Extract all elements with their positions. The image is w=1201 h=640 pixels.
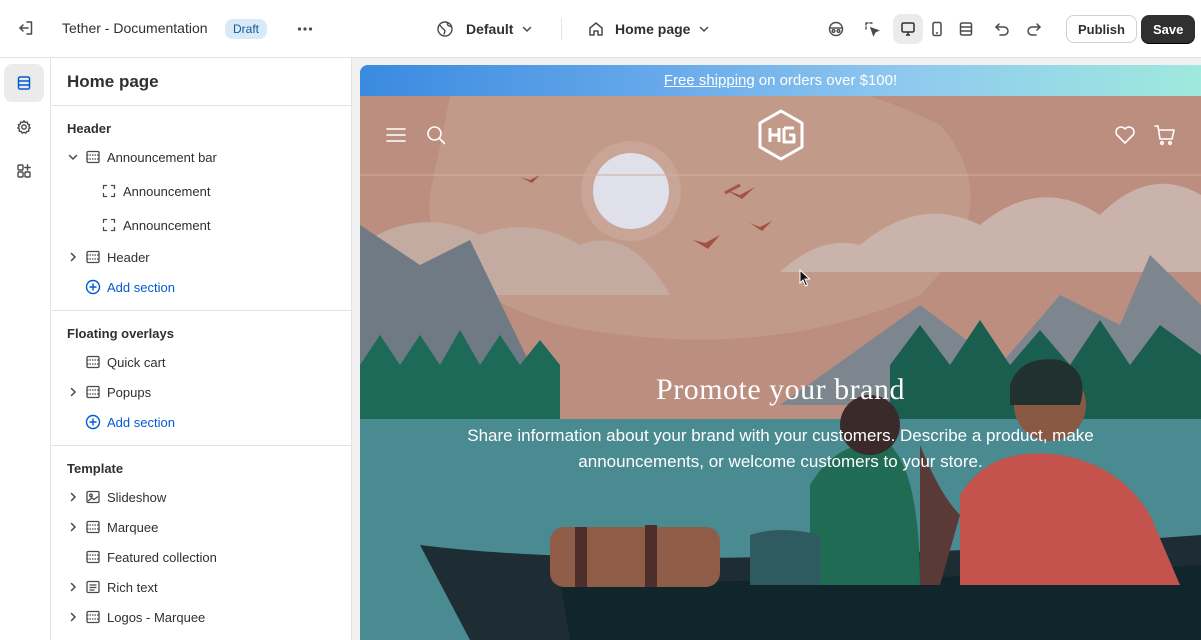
sidebar-item-popups[interactable]: Popups [51,380,351,404]
sidebar-item-label: Logos - Marquee [107,609,206,625]
heart-icon[interactable] [1114,125,1136,145]
block-icon [102,218,116,232]
group-header-label: Header [67,121,112,136]
announcement-text: on orders over $100! [758,72,898,89]
page-select-label: Home page [615,21,691,37]
section-icon [86,520,100,534]
chevron-down-icon [521,23,533,35]
section-icon [86,355,100,369]
block-icon [102,184,116,198]
chevron-down-icon[interactable] [67,151,79,163]
sidebar-item-label: Popups [107,384,152,400]
theme-editor-icon[interactable] [821,14,851,44]
sidebar-item-logos-marquee[interactable]: Logos - Marquee [51,605,351,629]
page-select[interactable]: Home page [587,17,710,41]
sidebar-item-label: Header [107,249,150,265]
top-bar: Tether - Documentation Draft Default Hom… [0,0,1201,58]
divider [51,105,351,106]
plus-circle-icon [85,414,101,430]
cart-icon[interactable] [1154,124,1176,146]
sidebar-item-announcement[interactable]: Announcement [51,179,351,203]
theme-select[interactable]: Default [436,17,533,41]
publish-button[interactable]: Publish [1066,15,1137,43]
divider [561,18,562,40]
section-icon [86,150,100,164]
group-overlays-label: Floating overlays [67,326,174,341]
search-icon[interactable] [426,125,446,145]
add-section-label: Add section [107,279,175,295]
divider [51,310,351,311]
sections-sidebar: Home page Header Announcement bar Announ… [51,58,352,640]
globe-icon [436,20,454,38]
store-title: Tether - Documentation [62,20,208,36]
announcement-link[interactable]: Free shipping [664,72,755,89]
save-button[interactable]: Save [1141,15,1196,43]
section-icon [86,385,100,399]
section-icon [86,610,100,624]
sidebar-item-marquee[interactable]: Marquee [51,515,351,539]
sidebar-item-label: Featured collection [107,549,217,565]
slideshow-icon [86,490,100,504]
store-preview[interactable]: Free shipping on orders over $100! Promo… [360,65,1201,640]
sidebar-item-label: Marquee [107,519,159,535]
more-icon[interactable] [290,14,320,44]
theme-select-label: Default [466,21,514,37]
plus-circle-icon [85,279,101,295]
chevron-right-icon[interactable] [67,581,79,593]
sidebar-item-label: Quick cart [107,354,166,370]
sidebar-item-announcement-bar[interactable]: Announcement bar [51,145,351,169]
announcement-bar: Free shipping on orders over $100! [360,65,1201,96]
sidebar-item-label: Slideshow [107,489,167,505]
mouse-cursor-icon [799,269,811,287]
add-section-label: Add section [107,414,175,430]
add-section-button[interactable]: Add section [51,410,351,434]
add-section-button[interactable]: Add section [51,275,351,299]
undo-icon[interactable] [987,14,1017,44]
sidebar-item-label: Announcement [123,183,211,199]
text-icon [86,580,100,594]
gear-icon[interactable] [4,108,44,146]
sidebar-item-quick-cart[interactable]: Quick cart [51,350,351,374]
chevron-right-icon[interactable] [67,521,79,533]
sidebar-title: Home page [67,72,159,91]
sidebar-item-announcement[interactable]: Announcement [51,213,351,237]
divider [51,445,351,446]
preview-area: Free shipping on orders over $100! Promo… [352,58,1201,640]
sidebar-item-rich-text[interactable]: Rich text [51,575,351,599]
hero-text: Share information about your brand with … [467,426,1094,471]
sidebar-item-label: Rich text [107,579,158,595]
hero-heading: Promote your brand [656,373,905,406]
chevron-right-icon[interactable] [67,611,79,623]
chevron-down-icon [698,23,710,35]
menu-icon[interactable] [386,127,406,143]
chevron-right-icon[interactable] [67,491,79,503]
left-rail [0,58,51,640]
sidebar-item-label: Announcement [123,217,211,233]
full-width-icon[interactable] [951,14,981,44]
chevron-right-icon[interactable] [67,251,79,263]
inspector-icon[interactable] [857,14,887,44]
store-logo[interactable] [754,108,808,162]
apps-icon[interactable] [4,152,44,190]
sidebar-item-featured-collection[interactable]: Featured collection [51,545,351,569]
sections-icon[interactable] [4,64,44,102]
sidebar-item-header[interactable]: Header [51,245,351,269]
mobile-view-icon[interactable] [922,14,952,44]
section-icon [86,250,100,264]
redo-icon[interactable] [1019,14,1049,44]
chevron-right-icon[interactable] [67,386,79,398]
desktop-view-icon[interactable] [893,14,923,44]
sidebar-item-label: Announcement bar [107,149,217,165]
section-icon [86,550,100,564]
sidebar-item-slideshow[interactable]: Slideshow [51,485,351,509]
status-badge: Draft [225,19,268,39]
group-template-label: Template [67,461,124,476]
home-icon [587,20,605,38]
exit-icon[interactable] [11,13,41,43]
